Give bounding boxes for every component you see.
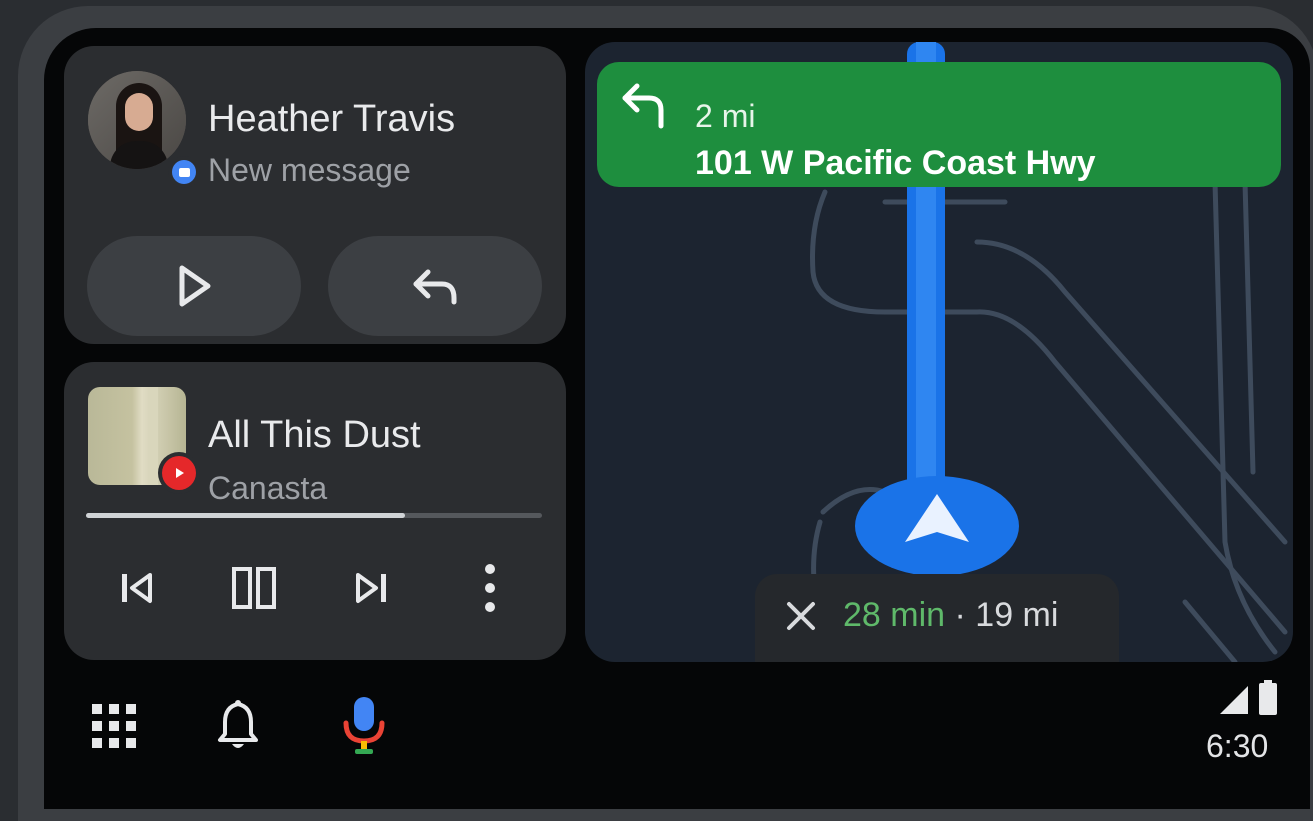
turn-street-name: 101 W Pacific Coast Hwy [695,144,1096,182]
playback-progress[interactable] [86,513,542,518]
signal-icon [1220,686,1248,714]
eta-separator: · [945,596,976,634]
media-card[interactable]: All This Dust Canasta [64,362,566,660]
sender-name: Heather Travis [208,98,456,140]
play-icon [179,265,211,307]
status-clock: 6:30 [1206,728,1269,764]
turn-distance: 2 mi [695,98,756,134]
skip-previous-button[interactable] [106,558,166,618]
play-message-button[interactable] [87,236,301,336]
track-title: All This Dust [208,414,421,456]
person-avatar [88,71,186,169]
close-icon[interactable] [781,596,821,636]
microphone-icon [343,697,385,754]
battery-icon [1259,680,1277,715]
bell-icon [218,700,258,748]
reply-icon [413,269,457,305]
youtube-music-icon [158,452,200,494]
message-status: New message [208,152,411,188]
messages-app-icon [168,156,200,188]
eta-distance: 19 mi [975,596,1059,634]
turn-instruction-banner[interactable]: 2 mi 101 W Pacific Coast Hwy [597,62,1281,187]
track-artist: Canasta [208,470,328,506]
skip-next-button[interactable] [342,558,402,618]
trip-eta-bar[interactable]: 28 min · 19 mi [755,574,1119,662]
pause-icon [232,567,276,609]
navigation-map[interactable]: 2 mi 101 W Pacific Coast Hwy 28 min · 19… [585,42,1293,662]
notifications-button[interactable] [208,694,268,758]
turn-left-icon [622,83,664,129]
pause-button[interactable] [224,558,284,618]
skip-previous-icon [122,573,152,603]
current-location-icon [855,476,1019,576]
playback-progress-fill [86,513,406,518]
trip-eta: 28 min · 19 mi [843,596,1058,635]
app-launcher-button[interactable] [84,696,144,756]
android-auto-screen: Heather Travis New message All This Dust… [44,28,1310,809]
assistant-button[interactable] [334,692,394,760]
reply-button[interactable] [328,236,542,336]
message-card[interactable]: Heather Travis New message [64,46,566,344]
more-options-button[interactable] [460,558,520,618]
eta-time: 28 min [843,596,946,634]
skip-next-icon [356,573,386,603]
more-vert-icon [485,564,495,612]
app-grid-icon [92,704,136,748]
